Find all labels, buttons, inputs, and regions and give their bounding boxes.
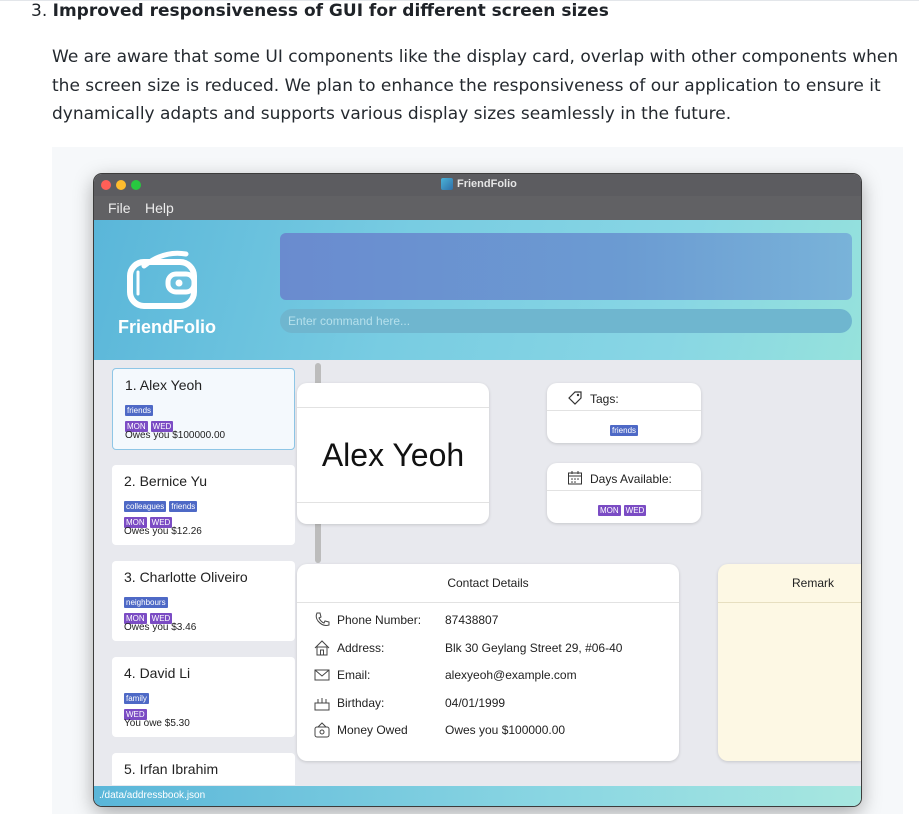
- tag-badge: family: [124, 693, 149, 704]
- owe-text: Owes you $12.26: [124, 526, 202, 537]
- window-title-text: FriendFolio: [457, 178, 517, 190]
- contact-details-card: Contact Details Phone Number: 87438807 A…: [297, 564, 679, 761]
- field-value: Blk 30 Geylang Street 29, #06-40: [445, 641, 623, 655]
- close-window-button[interactable]: [101, 180, 111, 190]
- days-card: Days Available: MON WED: [547, 463, 701, 523]
- field-label: Email:: [337, 668, 371, 682]
- menu-bar: File Help: [94, 196, 861, 220]
- tags-card: Tags: friends: [547, 383, 701, 443]
- remark-title: Remark: [791, 576, 834, 590]
- owe-text: Owes you $3.46: [124, 622, 197, 633]
- result-display: [280, 233, 852, 300]
- window-title: FriendFolio: [441, 178, 517, 190]
- tag-badge: colleagues: [124, 501, 167, 512]
- tag-badge: friends: [610, 425, 639, 436]
- field-value: alexyeoh@example.com: [445, 668, 577, 682]
- mail-icon: [314, 669, 330, 681]
- tags-title: Tags:: [590, 392, 619, 406]
- logo-text: FriendFolio: [118, 317, 216, 337]
- tag-badge: neighbours: [124, 597, 168, 608]
- contact-card[interactable]: 2. Bernice Yu colleagues friends MON WED O…: [112, 465, 295, 545]
- divider: [547, 490, 701, 491]
- minimize-window-button[interactable]: [116, 180, 126, 190]
- calendar-icon: [568, 471, 582, 485]
- divider: [718, 602, 861, 603]
- contact-card[interactable]: 4. David Li family WED You owe $5.30: [112, 657, 295, 737]
- display-name-card: Alex Yeoh: [297, 383, 489, 524]
- cake-icon: [314, 698, 330, 711]
- field-label: Address:: [337, 641, 385, 655]
- contact-details-title: Contact Details: [447, 576, 529, 590]
- owe-text: Owes you $100000.00: [125, 430, 226, 441]
- contact-name: 3. Charlotte Oliveiro: [124, 569, 248, 585]
- field-value: Owes you $100000.00: [445, 723, 566, 737]
- days-title: Days Available:: [590, 472, 672, 486]
- field-label: Phone Number:: [337, 613, 422, 627]
- tag-badge: friends: [169, 501, 198, 512]
- field-label: Money Owed: [337, 723, 408, 737]
- contact-card[interactable]: 5. Irfan Ibrahim: [112, 753, 295, 785]
- phone-icon: [315, 612, 330, 626]
- menu-help[interactable]: Help: [145, 200, 174, 216]
- divider: [297, 502, 489, 503]
- command-input[interactable]: Enter command here...: [280, 309, 852, 333]
- day-row: MON WED: [598, 500, 649, 518]
- app-header: FriendFolio Enter command here...: [94, 220, 861, 360]
- section-heading: 3. Improved responsiveness of GUI for di…: [31, 1, 609, 21]
- day-badge: MON: [598, 505, 621, 516]
- contact-name: 2. Bernice Yu: [124, 473, 208, 489]
- field-value: 04/01/1999: [445, 696, 506, 710]
- tag-row: friends: [610, 420, 641, 438]
- home-icon: [314, 640, 330, 656]
- contact-list[interactable]: 1. Alex Yeoh friends MON WED Owes you $10…: [112, 368, 297, 785]
- display-name: Alex Yeoh: [321, 437, 465, 473]
- maximize-window-button[interactable]: [131, 180, 141, 190]
- contact-name: 5. Irfan Ibrahim: [124, 761, 219, 777]
- section-number: 3.: [31, 1, 48, 21]
- status-bar: ./data/addressbook.json: [94, 786, 861, 806]
- wallet-logo-icon: [127, 250, 197, 309]
- title-bar[interactable]: FriendFolio: [94, 174, 861, 196]
- contact-card[interactable]: 3. Charlotte Oliveiro neighbours MON WED …: [112, 561, 295, 641]
- divider: [297, 602, 679, 603]
- section-title: Improved responsiveness of GUI for diffe…: [52, 1, 609, 21]
- owe-text: You owe $5.30: [124, 718, 190, 729]
- day-badge: WED: [623, 505, 647, 516]
- money-icon: [314, 722, 330, 738]
- contact-name: 1. Alex Yeoh: [125, 377, 203, 393]
- divider: [297, 407, 489, 408]
- tag-badge: friends: [125, 405, 154, 416]
- app-window: FriendFolio File Help FriendFolio Enter …: [94, 174, 861, 806]
- contact-name: 4. David Li: [124, 665, 191, 681]
- field-label: Birthday:: [337, 696, 385, 710]
- menu-file[interactable]: File: [108, 200, 131, 216]
- section-paragraph: We are aware that some UI components lik…: [52, 47, 899, 124]
- field-value: 87438807: [445, 613, 499, 627]
- divider: [547, 410, 701, 411]
- app-icon: [441, 178, 453, 190]
- tag-icon: [568, 391, 582, 405]
- remark-card: Remark: [718, 564, 861, 761]
- contact-card[interactable]: 1. Alex Yeoh friends MON WED Owes you $10…: [112, 368, 295, 450]
